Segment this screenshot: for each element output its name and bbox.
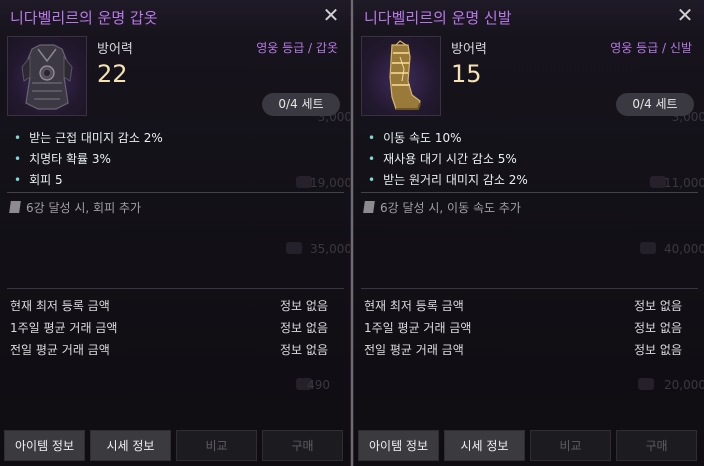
enhance-scroll-icon bbox=[9, 201, 21, 213]
bullet-icon: • bbox=[368, 131, 376, 145]
bullet-icon: • bbox=[14, 152, 22, 166]
price-row: 1주일 평균 거래 금액 정보 없음 bbox=[364, 319, 682, 336]
background-gem-icon bbox=[640, 242, 656, 254]
option-text: 받는 근접 대미지 감소 2% bbox=[29, 131, 163, 145]
list-item: • 받는 근접 대미지 감소 2% bbox=[14, 128, 163, 149]
grade-label: 영웅 등급 / 갑옷 bbox=[256, 41, 338, 55]
bullet-icon: • bbox=[14, 131, 22, 145]
price-info-button[interactable]: 시세 정보 bbox=[90, 430, 171, 461]
price-value: 정보 없음 bbox=[634, 321, 682, 335]
divider bbox=[7, 192, 344, 193]
enhance-note-text: 6강 달성 시, 이동 속도 추가 bbox=[380, 201, 521, 215]
option-text: 이동 속도 10% bbox=[383, 131, 462, 145]
background-number: 19,000 bbox=[310, 176, 351, 190]
set-count-button[interactable]: 0/4 세트 bbox=[616, 93, 694, 116]
background-gem-icon bbox=[286, 242, 302, 254]
divider bbox=[361, 192, 698, 193]
price-row: 현재 최저 등록 금액 정보 없음 bbox=[10, 297, 328, 314]
price-row: 전일 평균 거래 금액 정보 없음 bbox=[364, 341, 682, 358]
divider bbox=[361, 288, 698, 289]
option-text: 재사용 대기 시간 감소 5% bbox=[383, 152, 517, 166]
background-number: 20,000 bbox=[664, 378, 704, 392]
background-number: 40,000 bbox=[664, 242, 704, 256]
price-row: 전일 평균 거래 금액 정보 없음 bbox=[10, 341, 328, 358]
item-icon-frame bbox=[7, 36, 87, 116]
defense-label: 방어력 bbox=[451, 42, 487, 57]
grade-label: 영웅 등급 / 신발 bbox=[610, 41, 692, 55]
price-label: 전일 평균 거래 금액 bbox=[364, 343, 464, 357]
list-item: • 재사용 대기 시간 감소 5% bbox=[368, 149, 528, 170]
defense-value: 15 bbox=[451, 60, 482, 88]
price-value: 정보 없음 bbox=[280, 299, 328, 313]
option-text: 치명타 확률 3% bbox=[29, 152, 111, 166]
bullet-icon: • bbox=[14, 173, 22, 187]
buy-button[interactable]: 구매 bbox=[616, 430, 697, 461]
price-label: 1주일 평균 거래 금액 bbox=[10, 321, 118, 335]
option-text: 회피 5 bbox=[29, 173, 63, 187]
item-name: 니다벨리르의 운명 신발 bbox=[364, 9, 512, 27]
item-tooltip-boots: 3,000 11,000 40,000 20,000 니다벨리르의 운명 신발 … bbox=[353, 0, 704, 466]
background-number: 35,000 bbox=[310, 242, 351, 256]
list-item: • 이동 속도 10% bbox=[368, 128, 528, 149]
divider bbox=[7, 288, 344, 289]
list-item: • 회피 5 bbox=[14, 170, 163, 191]
enhance-note-text: 6강 달성 시, 회피 추가 bbox=[26, 201, 142, 215]
option-text: 받는 원거리 대미지 감소 2% bbox=[383, 173, 528, 187]
enhance-note: 6강 달성 시, 이동 속도 추가 bbox=[363, 199, 521, 216]
action-buttons: 아이템 정보 시세 정보 비교 구매 bbox=[358, 430, 703, 462]
defense-value: 22 bbox=[97, 60, 128, 88]
price-value: 정보 없음 bbox=[634, 299, 682, 313]
price-info-button[interactable]: 시세 정보 bbox=[444, 430, 525, 461]
action-buttons: 아이템 정보 시세 정보 비교 구매 bbox=[4, 430, 349, 462]
armor-icon bbox=[21, 44, 73, 110]
background-number: 490 bbox=[307, 378, 330, 392]
set-count-button[interactable]: 0/4 세트 bbox=[262, 93, 340, 116]
defense-label: 방어력 bbox=[97, 42, 133, 57]
list-item: • 치명타 확률 3% bbox=[14, 149, 163, 170]
price-label: 1주일 평균 거래 금액 bbox=[364, 321, 472, 335]
price-row: 현재 최저 등록 금액 정보 없음 bbox=[364, 297, 682, 314]
list-item: • 받는 원거리 대미지 감소 2% bbox=[368, 170, 528, 191]
price-label: 전일 평균 거래 금액 bbox=[10, 343, 110, 357]
item-info-button[interactable]: 아이템 정보 bbox=[4, 430, 85, 461]
enhance-note: 6강 달성 시, 회피 추가 bbox=[9, 199, 142, 216]
boots-icon bbox=[389, 40, 421, 110]
background-gem-icon bbox=[638, 378, 654, 390]
item-icon-frame bbox=[361, 36, 441, 116]
price-value: 정보 없음 bbox=[280, 343, 328, 357]
price-row: 1주일 평균 거래 금액 정보 없음 bbox=[10, 319, 328, 336]
item-info-button[interactable]: 아이템 정보 bbox=[358, 430, 439, 461]
price-label: 현재 최저 등록 금액 bbox=[364, 299, 464, 313]
compare-button[interactable]: 비교 bbox=[176, 430, 257, 461]
bullet-icon: • bbox=[368, 173, 376, 187]
price-value: 정보 없음 bbox=[634, 343, 682, 357]
option-list: • 이동 속도 10% • 재사용 대기 시간 감소 5% • 받는 원거리 대미지 … bbox=[368, 128, 528, 191]
tooltip-titlebar: 니다벨리르의 운명 갑옷 ✕ bbox=[0, 0, 350, 32]
item-tooltip-armor: 3,000 19,000 35,000 490 니다벨리르의 운명 갑옷 ✕ 방… bbox=[0, 0, 351, 466]
option-list: • 받는 근접 대미지 감소 2% • 치명타 확률 3% • 회피 5 bbox=[14, 128, 163, 191]
price-value: 정보 없음 bbox=[280, 321, 328, 335]
price-label: 현재 최저 등록 금액 bbox=[10, 299, 110, 313]
background-number: 11,000 bbox=[664, 176, 704, 190]
compare-button[interactable]: 비교 bbox=[530, 430, 611, 461]
close-icon[interactable]: ✕ bbox=[320, 4, 342, 26]
buy-button[interactable]: 구매 bbox=[262, 430, 343, 461]
tooltip-titlebar: 니다벨리르의 운명 신발 ✕ bbox=[354, 0, 704, 32]
close-icon[interactable]: ✕ bbox=[674, 4, 696, 26]
enhance-scroll-icon bbox=[363, 201, 375, 213]
item-name: 니다벨리르의 운명 갑옷 bbox=[10, 9, 158, 27]
bullet-icon: • bbox=[368, 152, 376, 166]
